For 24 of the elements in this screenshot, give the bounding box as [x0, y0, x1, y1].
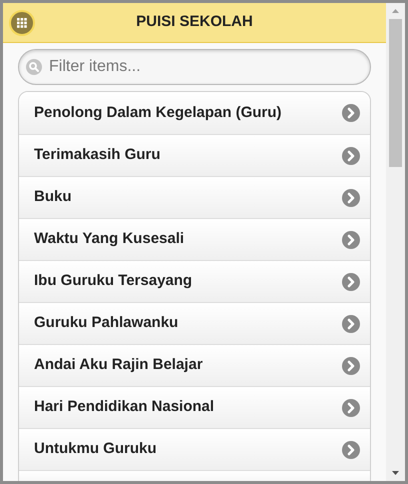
scrollbar-thumb[interactable]: [389, 19, 402, 167]
list-item[interactable]: Untukmu Guruku: [19, 428, 370, 470]
chevron-right-icon: [342, 272, 360, 290]
search-field[interactable]: Filter items...: [18, 49, 371, 85]
grid-icon: [17, 18, 27, 28]
scrollbar[interactable]: [386, 3, 405, 481]
list-item[interactable]: Guruku Pahlawanku: [19, 302, 370, 344]
chevron-right-icon: [342, 230, 360, 248]
chevron-right-icon: [342, 146, 360, 164]
chevron-right-icon: [342, 314, 360, 332]
list-item[interactable]: Buku: [19, 176, 370, 218]
chevron-right-icon: [342, 188, 360, 206]
chevron-right-icon: [342, 104, 360, 122]
menu-button[interactable]: [9, 10, 35, 36]
list-item[interactable]: Andai Aku Rajin Belajar: [19, 344, 370, 386]
list-item[interactable]: Ibu Guruku Tersayang: [19, 260, 370, 302]
list-item[interactable]: Terimakasih Guru: [19, 134, 370, 176]
list-item[interactable]: Waktu Yang Kusesali: [19, 218, 370, 260]
list-item[interactable]: Hari Pendidikan Nasional: [19, 386, 370, 428]
list-item[interactable]: Penolong Dalam Kegelapan (Guru): [19, 92, 370, 134]
chevron-right-icon: [342, 440, 360, 458]
chevron-right-icon: [342, 356, 360, 374]
header-title: PUISI SEKOLAH: [136, 12, 253, 32]
chevron-right-icon: [342, 398, 360, 416]
